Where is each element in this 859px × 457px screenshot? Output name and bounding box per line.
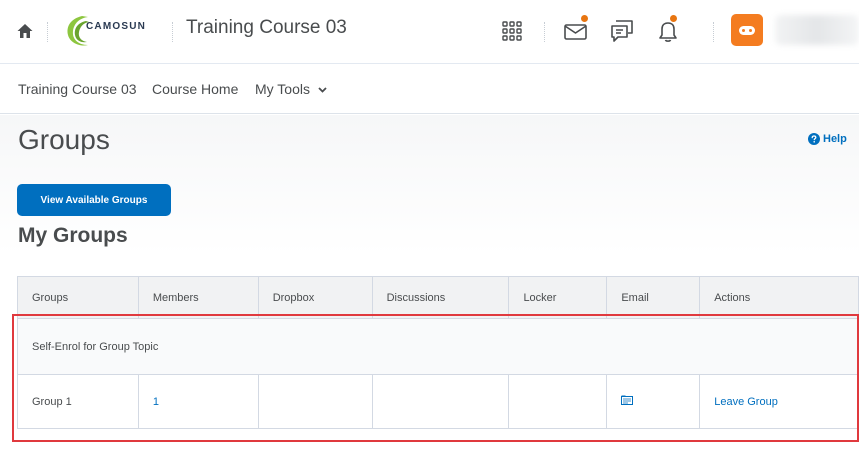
column-header-dropbox: Dropbox — [257, 276, 373, 319]
apps-grid-icon[interactable] — [498, 17, 526, 45]
nav-course-link[interactable]: Training Course 03 — [18, 81, 137, 97]
help-label: Help — [823, 133, 847, 145]
top-navbar: CAMOSUN Training Course 03 — [0, 0, 859, 64]
home-icon[interactable] — [16, 22, 34, 40]
logo-text: CAMOSUN — [86, 21, 147, 32]
help-link[interactable]: Help — [808, 133, 847, 145]
nav-separator — [544, 22, 545, 42]
view-available-groups-button[interactable]: View Available Groups — [17, 184, 171, 216]
highlight-box — [12, 314, 859, 442]
bell-icon[interactable] — [654, 17, 682, 45]
my-groups-heading: My Groups — [18, 224, 128, 247]
nav-separator — [172, 22, 173, 42]
page-title: Groups — [18, 124, 110, 155]
bell-notification-badge — [669, 14, 678, 23]
column-header-actions: Actions — [699, 276, 859, 319]
course-navbar: Training Course 03 Course Home My Tools — [0, 64, 859, 114]
chat-icon[interactable] — [608, 17, 636, 45]
username-blurred[interactable] — [775, 15, 859, 45]
course-title[interactable]: Training Course 03 — [186, 17, 347, 39]
nav-separator — [47, 22, 48, 42]
user-avatar[interactable] — [731, 14, 763, 46]
avatar-icon — [739, 26, 755, 35]
nav-my-tools[interactable]: My Tools — [255, 81, 327, 97]
nav-course-home[interactable]: Course Home — [152, 81, 238, 97]
column-header-members: Members — [137, 276, 259, 319]
column-header-discussions: Discussions — [371, 276, 510, 319]
table-header-row: Groups Members Dropbox Discussions Locke… — [17, 276, 859, 319]
nav-my-tools-label: My Tools — [255, 81, 310, 97]
column-header-locker: Locker — [508, 276, 608, 319]
help-icon — [808, 133, 820, 145]
email-notification-badge — [580, 14, 589, 23]
nav-separator — [713, 22, 714, 42]
chevron-down-icon — [318, 87, 327, 94]
column-header-groups: Groups — [17, 276, 139, 319]
column-header-email: Email — [606, 276, 701, 319]
